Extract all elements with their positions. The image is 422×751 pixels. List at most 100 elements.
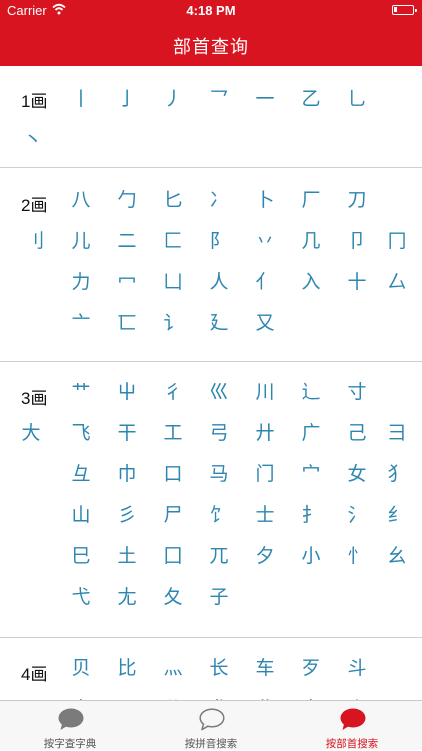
radical-item[interactable]: 一 [242, 81, 288, 117]
radical-item[interactable]: 厶 [374, 264, 420, 300]
radical-item[interactable]: 冫 [196, 182, 242, 218]
radical-item[interactable]: 旡 [374, 691, 420, 700]
radical-item[interactable]: 几 [288, 223, 334, 259]
radical-item[interactable]: 方 [58, 691, 104, 700]
radical-item[interactable]: 阝 [196, 223, 242, 259]
radical-item[interactable]: 讠 [150, 305, 196, 341]
radical-item[interactable]: 工 [150, 415, 196, 451]
radical-list[interactable]: 1画 丨 亅 丿 乛 一 乙 乚 丶 2画 八 勹 匕 冫 卜 厂 刀 刂 儿 … [0, 66, 422, 700]
radical-item[interactable]: 广 [288, 415, 334, 451]
radical-item[interactable]: 巛 [196, 374, 242, 410]
radical-item[interactable]: 彳 [150, 374, 196, 410]
radical-item[interactable]: 厂 [288, 182, 334, 218]
radical-item[interactable]: 小 [288, 538, 334, 574]
radical-item[interactable]: 长 [196, 650, 242, 686]
stroke-section-2: 2画 八 勹 匕 冫 卜 厂 刀 刂 儿 二 匚 阝 丷 几 卩 冂 力 冖 凵… [0, 168, 422, 362]
radical-item[interactable]: 丷 [242, 223, 288, 259]
radical-item[interactable]: 囗 [150, 538, 196, 574]
header: Carrier 4:18 PM 部首查询 [0, 0, 422, 66]
radical-item[interactable]: 尸 [150, 497, 196, 533]
radical-item[interactable]: 口 [150, 456, 196, 492]
radical-item[interactable]: 冖 [104, 264, 150, 300]
radical-item[interactable]: 刂 [12, 223, 58, 259]
radical-item[interactable]: 父 [150, 691, 196, 700]
radical-item[interactable]: 卜 [242, 182, 288, 218]
chat-bubble-outline-icon [199, 708, 225, 731]
radical-item[interactable]: 丶 [10, 122, 56, 158]
radical-item[interactable]: 弓 [196, 415, 242, 451]
radical-item[interactable]: 儿 [58, 223, 104, 259]
radical-item[interactable]: 马 [196, 456, 242, 492]
radical-item[interactable]: 扌 [288, 497, 334, 533]
radical-item[interactable]: 干 [104, 415, 150, 451]
radical-item[interactable]: 大 [8, 415, 54, 451]
tab-lookup-by-character[interactable]: 按字查字典 [0, 701, 140, 751]
radical-item[interactable]: 风 [104, 691, 150, 700]
radical-item[interactable]: 乚 [334, 81, 380, 117]
stroke-count-label: 2画 [21, 196, 48, 216]
radical-item[interactable]: 丨 [58, 81, 104, 117]
radical-item[interactable]: 八 [58, 182, 104, 218]
radical-item[interactable]: 弋 [58, 579, 104, 615]
radical-item[interactable]: 山 [58, 497, 104, 533]
radical-item[interactable]: 斗 [334, 650, 380, 686]
radical-item[interactable]: 乙 [288, 81, 334, 117]
radical-item[interactable]: 比 [104, 650, 150, 686]
radical-item[interactable]: 乛 [196, 81, 242, 117]
radical-item[interactable]: 刀 [334, 182, 380, 218]
radical-item[interactable]: 彡 [104, 497, 150, 533]
radical-item[interactable]: 犭 [374, 456, 420, 492]
radical-item[interactable]: 凵 [150, 264, 196, 300]
radical-item[interactable]: 尢 [104, 579, 150, 615]
radical-item[interactable]: 巾 [104, 456, 150, 492]
radical-item[interactable]: 冂 [374, 223, 420, 259]
radical-item[interactable]: 子 [196, 579, 242, 615]
stroke-count-label: 3画 [21, 389, 48, 409]
radical-item[interactable]: 廾 [242, 415, 288, 451]
radical-item[interactable]: 彑 [58, 456, 104, 492]
radical-item[interactable]: 彐 [374, 415, 420, 451]
radical-item[interactable]: 匕 [150, 182, 196, 218]
tab-search-by-pinyin[interactable]: 按拼音搜索 [141, 701, 281, 751]
radical-item[interactable]: 川 [242, 374, 288, 410]
radical-item[interactable]: 车 [242, 650, 288, 686]
page-title: 部首查询 [173, 37, 249, 58]
radical-item[interactable]: 匚 [150, 223, 196, 259]
radical-item[interactable]: 入 [288, 264, 334, 300]
radical-item[interactable]: 屮 [104, 374, 150, 410]
radical-item[interactable]: 歹 [288, 650, 334, 686]
radical-item[interactable]: 又 [242, 305, 288, 341]
tab-search-by-radical[interactable]: 按部首搜索 [282, 701, 422, 751]
radical-item[interactable]: 廴 [196, 305, 242, 341]
radical-item[interactable]: 兀 [196, 538, 242, 574]
radical-item[interactable]: 宀 [288, 456, 334, 492]
radical-item[interactable]: 土 [104, 538, 150, 574]
radical-item[interactable]: 勹 [104, 182, 150, 218]
radical-item[interactable]: 门 [242, 456, 288, 492]
radical-item[interactable]: 厂 [8, 691, 54, 700]
radical-item[interactable]: 纟 [374, 497, 420, 533]
radical-item[interactable]: 匸 [104, 305, 150, 341]
radical-item[interactable]: 戈 [196, 691, 242, 700]
radical-item[interactable]: 艹 [58, 374, 104, 410]
radical-item[interactable]: 飞 [58, 415, 104, 451]
radical-item[interactable]: 人 [196, 264, 242, 300]
radical-item[interactable]: 巳 [58, 538, 104, 574]
radical-item[interactable]: 灬 [150, 650, 196, 686]
radical-item[interactable]: 二 [104, 223, 150, 259]
radical-item[interactable]: 幺 [374, 538, 420, 574]
radical-item[interactable]: 夂 [150, 579, 196, 615]
radical-item[interactable]: 卝 [242, 691, 288, 700]
radical-item[interactable]: 亠 [58, 305, 104, 341]
radical-item[interactable]: 士 [242, 497, 288, 533]
radical-item[interactable]: 寸 [334, 374, 380, 410]
radical-item[interactable]: 夕 [242, 538, 288, 574]
radical-item[interactable]: 饣 [196, 497, 242, 533]
radical-item[interactable]: 辶 [288, 374, 334, 410]
radical-item[interactable]: 户 [288, 691, 334, 700]
radical-item[interactable]: 丿 [150, 81, 196, 117]
radical-item[interactable]: 力 [58, 264, 104, 300]
radical-item[interactable]: 贝 [58, 650, 104, 686]
radical-item[interactable]: 亅 [104, 81, 150, 117]
radical-item[interactable]: 亻 [242, 264, 288, 300]
